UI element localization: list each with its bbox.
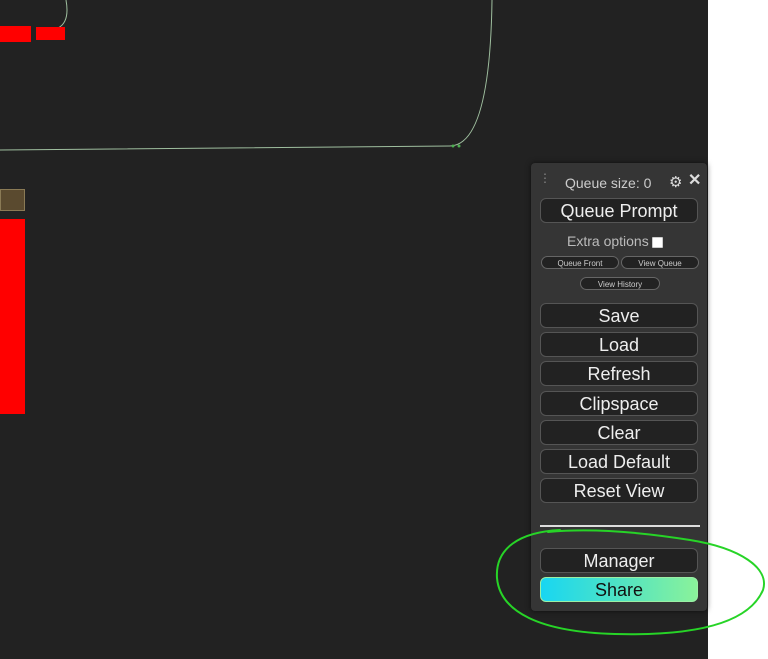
extra-options-toggle[interactable]: Extra options [567,233,663,249]
node-link [57,0,68,29]
node-header[interactable] [0,189,25,211]
queue-size-label: Queue size: 0 [565,175,652,191]
node-body[interactable] [0,219,25,414]
share-button[interactable]: Share [540,577,698,602]
drag-handle-icon[interactable]: ⋮ [539,172,551,184]
queue-prompt-button[interactable]: Queue Prompt [540,198,698,223]
view-queue-button[interactable]: View Queue [621,256,699,269]
load-default-button[interactable]: Load Default [540,449,698,474]
queue-front-button[interactable]: Queue Front [541,256,619,269]
comfy-menu-panel: ⋮ Queue size: 0 ⚙ ✕ Queue Prompt Extra o… [531,163,707,611]
reset-view-button[interactable]: Reset View [540,478,698,503]
node-red-output[interactable] [36,27,65,40]
load-button[interactable]: Load [540,332,698,357]
save-button[interactable]: Save [540,303,698,328]
manager-button[interactable]: Manager [540,548,698,573]
clear-button[interactable]: Clear [540,420,698,445]
clipspace-button[interactable]: Clipspace [540,391,698,416]
menu-divider [540,525,700,527]
extra-options-label: Extra options [567,233,649,249]
node-link [0,0,493,151]
refresh-button[interactable]: Refresh [540,361,698,386]
close-icon[interactable]: ✕ [688,170,701,190]
extra-options-checkbox[interactable] [651,236,663,248]
gear-icon[interactable]: ⚙ [669,173,682,191]
link-endpoint [451,144,455,148]
link-endpoint [457,144,461,148]
node-red-output[interactable] [0,26,31,42]
view-history-button[interactable]: View History [580,277,660,290]
